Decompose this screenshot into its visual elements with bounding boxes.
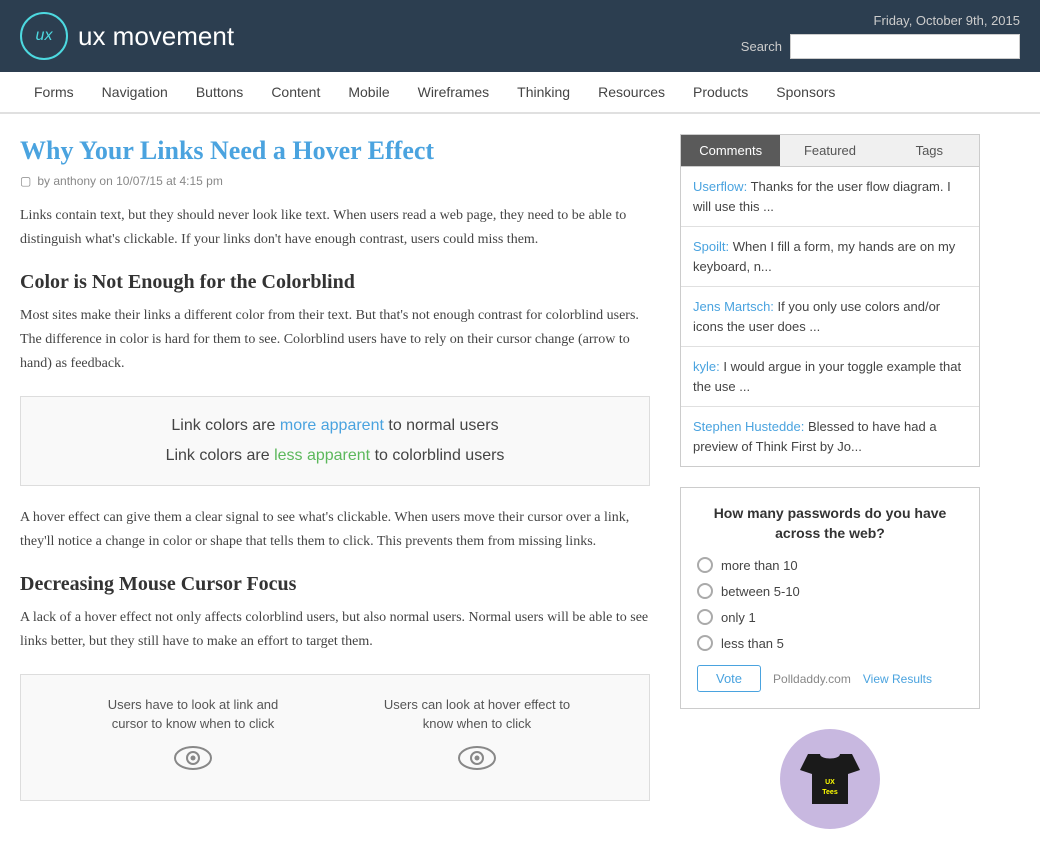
svg-text:Tees: Tees [822,789,838,796]
header: ux ux movement Friday, October 9th, 2015… [0,0,1040,72]
section2-heading: Decreasing Mouse Cursor Focus [20,573,650,596]
link-demo-line1: Link colors are more apparent to normal … [51,417,619,435]
ux-tees-box[interactable]: UX Tees [680,729,980,829]
poll-option-4: less than 5 [697,635,963,651]
section1-heading: Color is Not Enough for the Colorblind [20,271,650,294]
poll-option-label-4: less than 5 [721,636,784,651]
tshirt-svg: UX Tees [798,752,862,806]
search-label: Search [741,39,782,54]
comment-text-2: When I fill a form, my hands are on my k… [693,239,955,274]
poll-option-label-2: between 5-10 [721,584,800,599]
view-results-link[interactable]: View Results [863,672,932,686]
poll-option-label-1: more than 10 [721,558,798,573]
poll-radio-2[interactable] [697,583,713,599]
nav-products[interactable]: Products [679,72,762,112]
tab-featured[interactable]: Featured [780,135,879,166]
nav-wireframes[interactable]: Wireframes [404,72,504,112]
nav-forms[interactable]: Forms [20,72,88,112]
line1-prefix: Link colors are [171,417,280,434]
header-right: Friday, October 9th, 2015 Search [741,13,1020,59]
comment-item-1: Userflow: Thanks for the user flow diagr… [681,167,979,227]
polldaddy-link[interactable]: Polldaddy.com [773,672,851,686]
comment-author-1: Userflow: [693,179,747,194]
logo-area: ux ux movement [20,12,234,60]
nav-sponsors[interactable]: Sponsors [762,72,849,112]
hover-col-2: Users can look at hover effect to know w… [377,695,577,780]
comment-text-4: I would argue in your toggle example tha… [693,359,961,394]
logo-ux-text: ux [36,27,53,45]
nav-mobile[interactable]: Mobile [334,72,403,112]
tab-tags[interactable]: Tags [880,135,979,166]
hover-col1-text: Users have to look at link and cursor to… [93,695,293,734]
eye-icon-1 [93,744,293,780]
line2-suffix: to colorblind users [370,447,504,464]
line1-link: more apparent [280,417,384,434]
nav-buttons[interactable]: Buttons [182,72,257,112]
nav-content[interactable]: Content [257,72,334,112]
comment-item-4: kyle: I would argue in your toggle examp… [681,347,979,407]
nav-resources[interactable]: Resources [584,72,679,112]
line2-link: less apparent [274,447,370,464]
section2-body: A lack of a hover effect not only affect… [20,606,650,654]
article-area: Why Your Links Need a Hover Effect ▢ by … [20,134,680,829]
article-meta: ▢ by anthony on 10/07/15 at 4:15 pm [20,174,650,188]
search-input[interactable] [790,34,1020,59]
intro-paragraph: Links contain text, but they should neve… [20,204,650,252]
date-display: Friday, October 9th, 2015 [874,13,1020,28]
comments-list: Userflow: Thanks for the user flow diagr… [680,167,980,467]
hover-demo-box: Users have to look at link and cursor to… [20,674,650,801]
hover-col2-text: Users can look at hover effect to know w… [377,695,577,734]
search-area: Search [741,34,1020,59]
comment-item-5: Stephen Hustedde: Blessed to have had a … [681,407,979,466]
link-demo-box: Link colors are more apparent to normal … [20,396,650,486]
section1-body2: A hover effect can give them a clear sig… [20,506,650,554]
hover-col-1: Users have to look at link and cursor to… [93,695,293,780]
vote-button[interactable]: Vote [697,665,761,692]
poll-option-2: between 5-10 [697,583,963,599]
tabs-bar: Comments Featured Tags [680,134,980,167]
poll-actions: Vote Polldaddy.com View Results [697,665,963,692]
poll-option-3: only 1 [697,609,963,625]
logo-text: ux movement [78,21,234,52]
eye-icon-2 [377,744,577,780]
article-meta-text: by anthony on 10/07/15 at 4:15 pm [37,174,222,188]
poll-option-label-3: only 1 [721,610,756,625]
poll-box: How many passwords do you have across th… [680,487,980,709]
nav-navigation[interactable]: Navigation [88,72,182,112]
link-demo-line2: Link colors are less apparent to colorbl… [51,447,619,465]
poll-radio-3[interactable] [697,609,713,625]
section1-body: Most sites make their links a different … [20,304,650,375]
logo-icon[interactable]: ux [20,12,68,60]
nav-bar: Forms Navigation Buttons Content Mobile … [0,72,1040,114]
comment-author-2: Spoilt: [693,239,729,254]
comment-item-2: Spoilt: When I fill a form, my hands are… [681,227,979,287]
main-container: Why Your Links Need a Hover Effect ▢ by … [0,114,1040,849]
comment-author-3: Jens Martsch: [693,299,774,314]
comment-icon: ▢ [20,174,31,188]
ux-tees-circle[interactable]: UX Tees [780,729,880,829]
svg-text:UX: UX [825,779,835,786]
comment-author-5: Stephen Hustedde: [693,419,804,434]
comment-item-3: Jens Martsch: If you only use colors and… [681,287,979,347]
article-body: Links contain text, but they should neve… [20,204,650,801]
tab-comments[interactable]: Comments [681,135,780,166]
sidebar: Comments Featured Tags Userflow: Thanks … [680,134,980,829]
nav-thinking[interactable]: Thinking [503,72,584,112]
poll-option-1: more than 10 [697,557,963,573]
article-title: Why Your Links Need a Hover Effect [20,134,650,168]
line1-suffix: to normal users [384,417,499,434]
poll-radio-1[interactable] [697,557,713,573]
line2-prefix: Link colors are [166,447,275,464]
comment-author-4: kyle: [693,359,720,374]
poll-radio-4[interactable] [697,635,713,651]
poll-question: How many passwords do you have across th… [697,504,963,543]
